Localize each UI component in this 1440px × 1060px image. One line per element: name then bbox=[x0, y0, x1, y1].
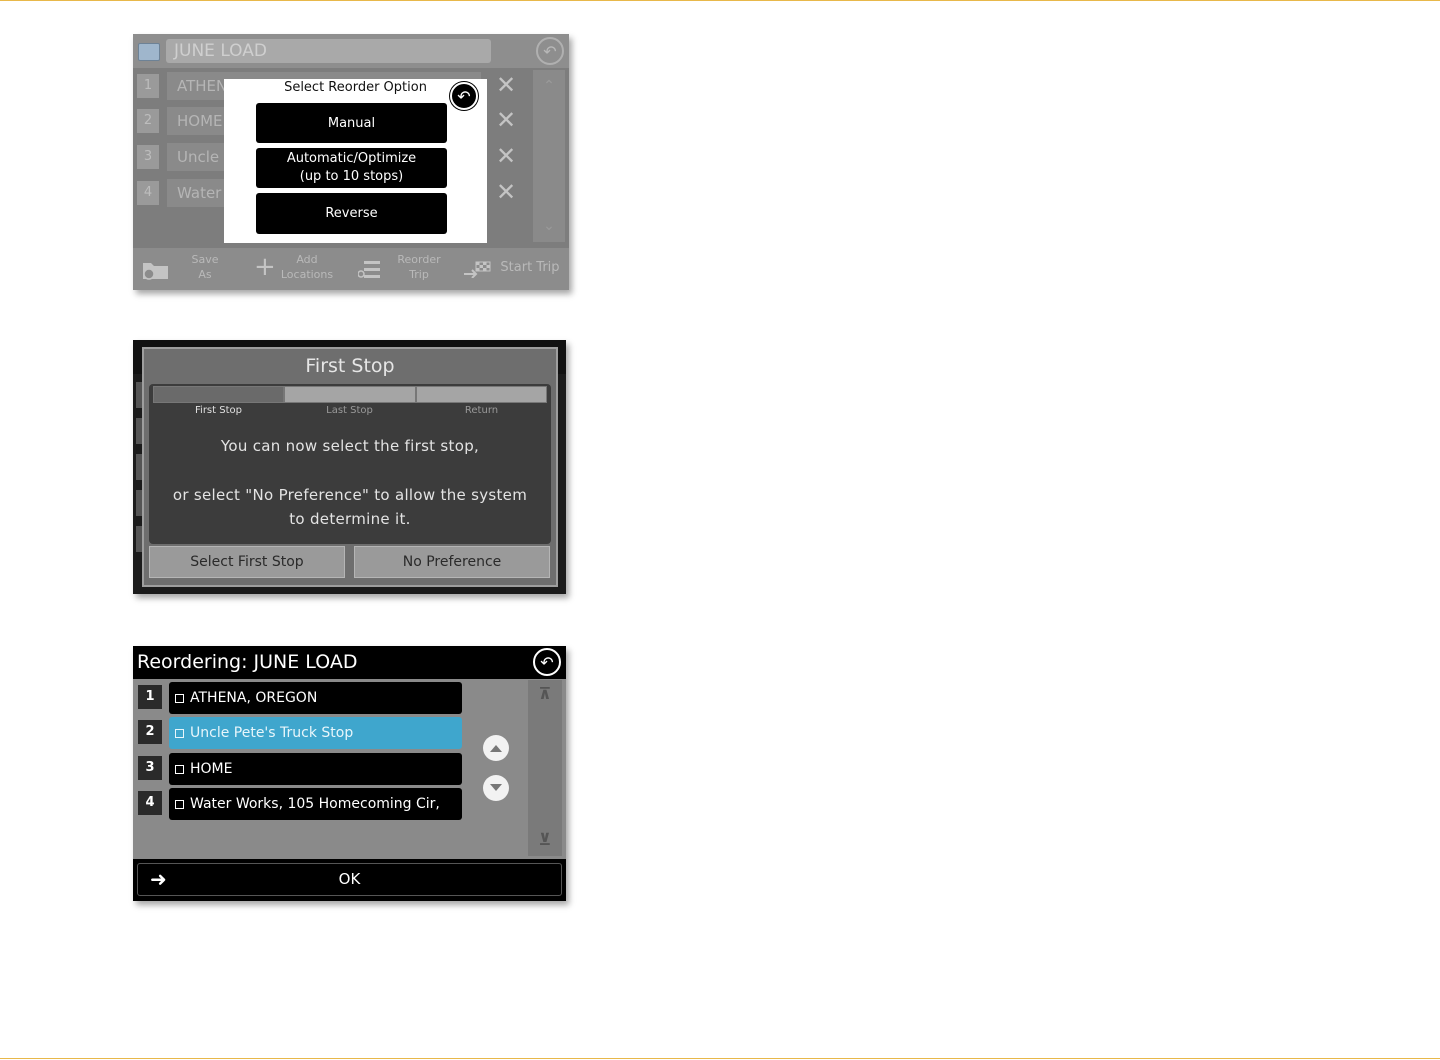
close-icon[interactable]: ✕ bbox=[495, 108, 517, 132]
reorder-trip-button[interactable]: Reorder Trip bbox=[391, 252, 447, 282]
trip-name-field[interactable]: JUNE LOAD bbox=[166, 39, 491, 63]
dialog-content: First Stop Last Stop Return You can now … bbox=[149, 384, 551, 544]
row-number: 3 bbox=[137, 145, 159, 169]
row-number: 4 bbox=[137, 181, 159, 205]
list-item[interactable]: 3 HOME bbox=[138, 753, 463, 785]
location-label: HOME bbox=[190, 761, 233, 777]
list-item[interactable]: 1 ATHENA, OREGON bbox=[138, 682, 463, 714]
location-label: ATHENA, OREGON bbox=[190, 690, 318, 706]
dialog-title: First Stop bbox=[305, 355, 395, 377]
move-up-icon[interactable] bbox=[483, 735, 509, 761]
close-icon[interactable]: ✕ bbox=[495, 180, 517, 204]
message-line: You can now select the first stop, bbox=[220, 437, 480, 455]
step-label: Return bbox=[464, 405, 499, 416]
title-bar: JUNE LOAD ↶ bbox=[133, 34, 569, 68]
no-preference-button[interactable]: No Preference bbox=[354, 546, 550, 578]
back-arrow-icon[interactable]: ↶ bbox=[533, 648, 561, 676]
trip-editor-screen: JUNE LOAD ↶ 1 ATHEN ✕ 2 HOME ✕ 3 Uncle ✕… bbox=[133, 34, 569, 290]
select-first-stop-button[interactable]: Select First Stop bbox=[149, 546, 345, 578]
step-label: First Stop bbox=[195, 405, 242, 416]
step-progress bbox=[153, 386, 547, 403]
ok-button[interactable]: ➜ OK bbox=[137, 863, 562, 896]
page-bottom-rule bbox=[0, 1058, 1440, 1059]
scroll-top-icon[interactable]: ⊼ bbox=[533, 684, 557, 703]
location-label: Water Works, 105 Homecoming Cir, bbox=[190, 796, 440, 812]
ok-bar: ➜ OK bbox=[133, 859, 566, 901]
row-number: 2 bbox=[137, 109, 159, 133]
row-number: 3 bbox=[138, 756, 162, 780]
first-stop-dialog: First Stop First Stop Last Stop Return Y… bbox=[142, 347, 558, 587]
step-segment bbox=[284, 386, 416, 403]
back-arrow-icon[interactable]: ↶ bbox=[450, 82, 478, 110]
plus-icon[interactable]: + bbox=[254, 254, 276, 280]
close-icon[interactable]: ✕ bbox=[495, 144, 517, 168]
scroll-bottom-icon[interactable]: ⌄ bbox=[539, 218, 559, 234]
checkbox-icon[interactable] bbox=[175, 800, 184, 809]
automatic-optimize-button[interactable]: Automatic/Optimize (up to 10 stops) bbox=[256, 148, 447, 188]
folder-icon[interactable] bbox=[138, 43, 160, 61]
reorder-option-dialog: Select Reorder Option ↶ Manual Automatic… bbox=[224, 79, 487, 243]
title-bar: Reordering: JUNE LOAD ↶ bbox=[133, 646, 566, 679]
reorder-icon[interactable] bbox=[358, 259, 382, 279]
reordering-screen: Reordering: JUNE LOAD ↶ 1 ATHENA, OREGON… bbox=[133, 646, 566, 901]
step-segment bbox=[153, 386, 284, 403]
page-title: Reordering: JUNE LOAD bbox=[137, 651, 358, 673]
close-icon[interactable]: ✕ bbox=[495, 73, 517, 97]
page-top-rule bbox=[0, 0, 1440, 1]
checkered-flag-icon[interactable] bbox=[462, 260, 492, 278]
button-label-line1: Automatic/Optimize bbox=[286, 151, 417, 166]
scroll-top-icon[interactable]: ⌃ bbox=[539, 78, 559, 94]
checkbox-icon[interactable] bbox=[175, 694, 184, 703]
button-label-line2: (up to 10 stops) bbox=[299, 169, 404, 184]
dialog-title: Select Reorder Option bbox=[284, 80, 427, 95]
bottom-toolbar: Save As + Add Locations Reorder Trip Sta… bbox=[133, 248, 569, 290]
move-down-icon[interactable] bbox=[483, 775, 509, 801]
ok-label: OK bbox=[338, 870, 361, 888]
message-line: or select "No Preference" to allow the s… bbox=[172, 486, 528, 504]
checkbox-icon[interactable] bbox=[175, 729, 184, 738]
back-arrow-icon[interactable]: ↶ bbox=[536, 37, 564, 65]
location-label: Uncle Pete's Truck Stop bbox=[190, 725, 354, 741]
row-number: 2 bbox=[138, 720, 162, 744]
save-as-button[interactable]: Save As bbox=[185, 252, 225, 282]
folder-save-icon[interactable] bbox=[141, 257, 171, 281]
list-item[interactable]: 2 Uncle Pete's Truck Stop bbox=[138, 717, 463, 749]
scrollbar[interactable]: ⌃ ⌄ bbox=[533, 70, 565, 242]
scrollbar[interactable]: ⊼ ⊻ bbox=[528, 680, 562, 856]
reverse-button[interactable]: Reverse bbox=[256, 193, 447, 234]
checkbox-icon[interactable] bbox=[175, 765, 184, 774]
list-item[interactable]: 4 Water Works, 105 Homecoming Cir, bbox=[138, 788, 463, 820]
location-item[interactable]: Water Works, 105 Homecoming Cir, bbox=[169, 788, 462, 820]
location-item[interactable]: ATHENA, OREGON bbox=[169, 682, 462, 714]
row-number: 1 bbox=[138, 685, 162, 709]
step-segment bbox=[416, 386, 547, 403]
location-item[interactable]: HOME bbox=[169, 753, 462, 785]
first-stop-screen: First Stop First Stop Last Stop Return Y… bbox=[133, 340, 566, 594]
location-item-selected[interactable]: Uncle Pete's Truck Stop bbox=[169, 717, 462, 749]
row-number: 4 bbox=[138, 791, 162, 815]
message-line: to determine it. bbox=[289, 510, 411, 528]
manual-button[interactable]: Manual bbox=[256, 103, 447, 143]
add-locations-button[interactable]: Add Locations bbox=[276, 252, 338, 282]
step-label: Last Stop bbox=[326, 405, 373, 416]
row-number: 1 bbox=[137, 74, 159, 98]
scroll-bottom-icon[interactable]: ⊻ bbox=[533, 830, 557, 849]
start-trip-button[interactable]: Start Trip bbox=[497, 260, 563, 275]
